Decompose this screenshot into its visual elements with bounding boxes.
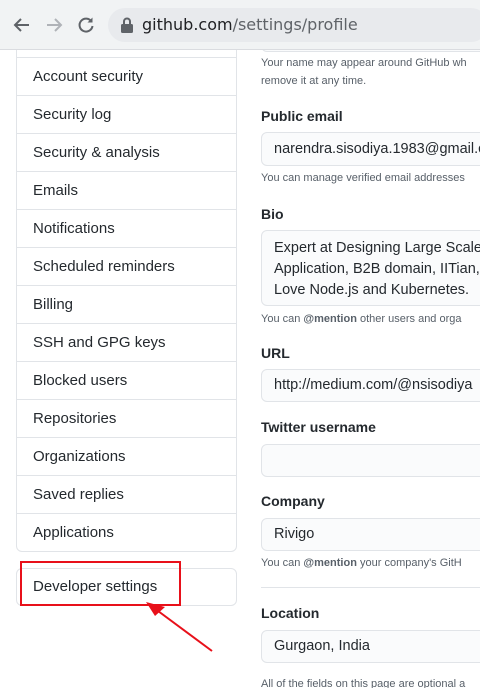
name-field[interactable]: [261, 50, 480, 52]
sidebar-item-billing[interactable]: Billing: [17, 285, 236, 323]
bio-note-prefix: You can: [261, 313, 304, 325]
url-host: github.com: [142, 15, 233, 34]
company-label: Company: [261, 493, 325, 509]
bio-line-1: Expert at Designing Large Scale, H: [274, 240, 480, 256]
location-input[interactable]: Gurgaon, India: [261, 630, 480, 663]
bio-textarea[interactable]: Expert at Designing Large Scale, H Appli…: [261, 230, 480, 306]
public-email-note: You can manage verified email addresses: [261, 172, 465, 184]
section-divider: [261, 587, 480, 588]
forward-arrow-icon: [47, 18, 63, 32]
public-email-select[interactable]: narendra.sisodiya.1983@gmail.co: [261, 132, 480, 166]
browser-toolbar: github.com/settings/profile: [0, 0, 480, 50]
bio-label: Bio: [261, 206, 284, 222]
sidebar-item-emails[interactable]: Emails: [17, 171, 236, 209]
name-note-line1: Your name may appear around GitHub wh: [261, 57, 467, 69]
sidebar-item-notifications[interactable]: Notifications: [17, 209, 236, 247]
page-content: Account security Security log Security &…: [0, 50, 480, 688]
twitter-label: Twitter username: [261, 419, 376, 435]
sidebar-item-applications[interactable]: Applications: [17, 513, 236, 551]
company-input[interactable]: Rivigo: [261, 518, 480, 551]
back-button[interactable]: [10, 13, 34, 37]
url-label: URL: [261, 345, 290, 361]
bio-note: You can @mention other users and orga: [261, 313, 462, 325]
sidebar-item-saved-replies[interactable]: Saved replies: [17, 475, 236, 513]
lock-icon: [121, 17, 133, 33]
sidebar-item-security-log[interactable]: Security log: [17, 95, 236, 133]
sidebar-item-security-analysis[interactable]: Security & analysis: [17, 133, 236, 171]
public-email-label: Public email: [261, 108, 343, 124]
sidebar-item-repositories[interactable]: Repositories: [17, 399, 236, 437]
url-text: github.com/settings/profile: [142, 15, 358, 34]
bio-line-2: Application, B2B domain, IITian, C: [274, 261, 480, 277]
forward-button[interactable]: [42, 13, 66, 37]
bio-note-mention: @mention: [303, 313, 357, 325]
company-note: You can @mention your company's GitH: [261, 557, 462, 569]
sidebar-item-ssh-gpg-keys[interactable]: SSH and GPG keys: [17, 323, 236, 361]
sidebar-item-account-security[interactable]: Account security: [17, 57, 236, 95]
bio-line-3: Love Node.js and Kubernetes.: [274, 282, 470, 298]
company-note-prefix: You can: [261, 557, 304, 569]
url-path: /settings/profile: [232, 15, 358, 34]
fields-optional-note: All of the fields on this page are optio…: [261, 678, 466, 688]
sidebar-item-blocked-users[interactable]: Blocked users: [17, 361, 236, 399]
twitter-input[interactable]: [261, 444, 480, 477]
reload-icon: [78, 17, 94, 33]
annotation-arrow-icon: [146, 602, 213, 652]
company-note-mention: @mention: [303, 557, 357, 569]
location-label: Location: [261, 605, 320, 621]
name-note-line2: remove it at any time.: [261, 75, 367, 87]
sidebar-item-organizations[interactable]: Organizations: [17, 437, 236, 475]
reload-button[interactable]: [74, 13, 98, 37]
bio-note-suffix: other users and orga: [356, 313, 462, 325]
company-note-suffix: your company's GitH: [356, 557, 462, 569]
url-input[interactable]: http://medium.com/@nsisodiya: [261, 369, 480, 402]
sidebar-item-scheduled-reminders[interactable]: Scheduled reminders: [17, 247, 236, 285]
address-bar[interactable]: github.com/settings/profile: [108, 8, 480, 42]
back-arrow-icon: [13, 18, 29, 32]
